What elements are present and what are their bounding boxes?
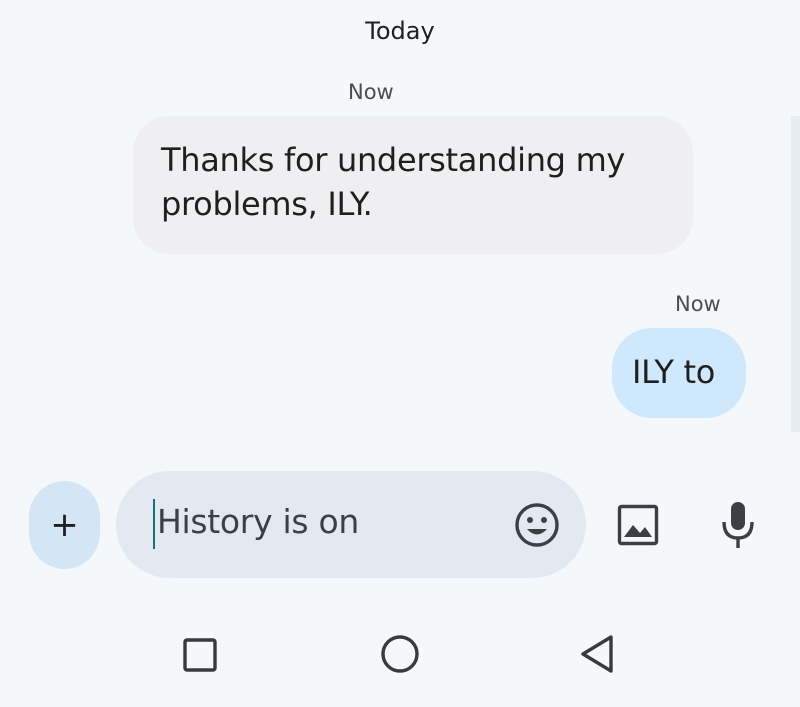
outgoing-message-bubble[interactable]: ILY to: [612, 328, 746, 418]
incoming-message-bubble[interactable]: Thanks for understanding my problems, IL…: [133, 116, 693, 254]
image-icon[interactable]: [617, 504, 659, 546]
message-text-line: Thanks for understanding my: [161, 141, 626, 179]
message-text-line: problems, ILY.: [161, 185, 373, 223]
message-input-placeholder: History is on: [157, 502, 359, 541]
date-header: Today: [365, 17, 435, 45]
message-timestamp: Now: [675, 292, 721, 316]
home-circle-icon[interactable]: [380, 634, 420, 674]
microphone-icon[interactable]: [720, 500, 756, 550]
attach-plus-button[interactable]: +: [29, 481, 100, 569]
plus-icon: +: [50, 505, 79, 545]
back-triangle-icon[interactable]: [579, 634, 615, 674]
message-text: ILY to: [632, 353, 716, 391]
text-caret: [153, 499, 155, 549]
emoji-icon[interactable]: [514, 502, 560, 548]
scrollbar[interactable]: [791, 116, 800, 432]
recents-square-icon[interactable]: [183, 638, 217, 672]
message-timestamp: Now: [348, 80, 394, 104]
